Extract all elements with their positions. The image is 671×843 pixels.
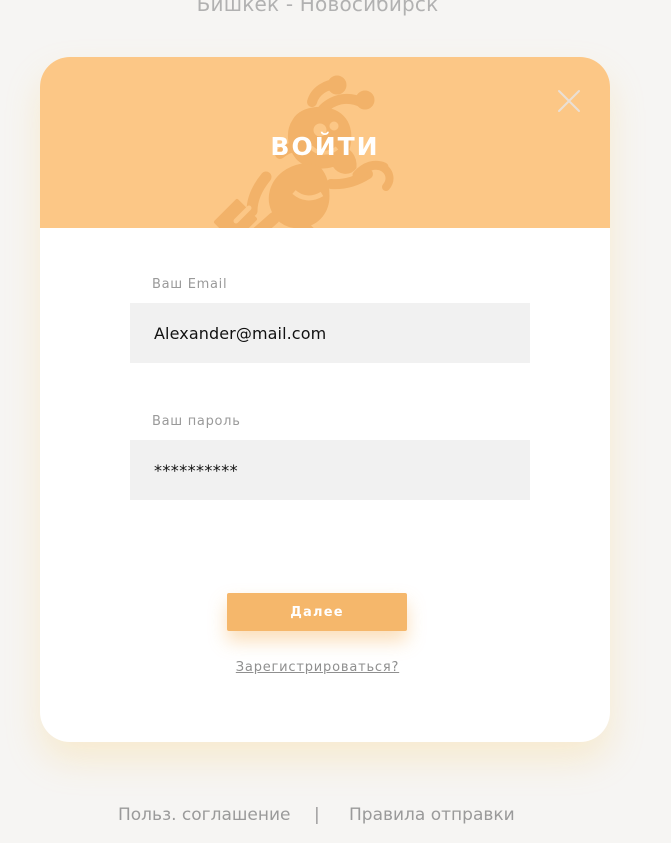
register-link[interactable]: Зарегистрироваться? [40,660,595,675]
email-field[interactable]: Alexander@mail.com [130,303,530,363]
modal-header: ВОЙТИ [40,57,610,228]
footer-separator: | [314,805,320,825]
login-modal: ВОЙТИ Ваш Email Alexander@mail.com Ваш п… [40,57,610,742]
password-label: Ваш пароль [152,414,241,429]
submit-button[interactable]: Далее [227,593,407,631]
route-title: Бишкек - Новосибирск [196,0,439,16]
user-agreement-link[interactable]: Польз. соглашение [118,805,291,825]
password-field[interactable]: ********** [130,440,530,500]
close-button[interactable] [554,86,584,116]
shipping-rules-link[interactable]: Правила отправки [349,805,515,825]
close-icon [558,90,580,112]
email-label: Ваш Email [152,277,228,292]
modal-title: ВОЙТИ [270,132,380,161]
footer-links: Польз. соглашение | Правила отправки [0,805,671,827]
